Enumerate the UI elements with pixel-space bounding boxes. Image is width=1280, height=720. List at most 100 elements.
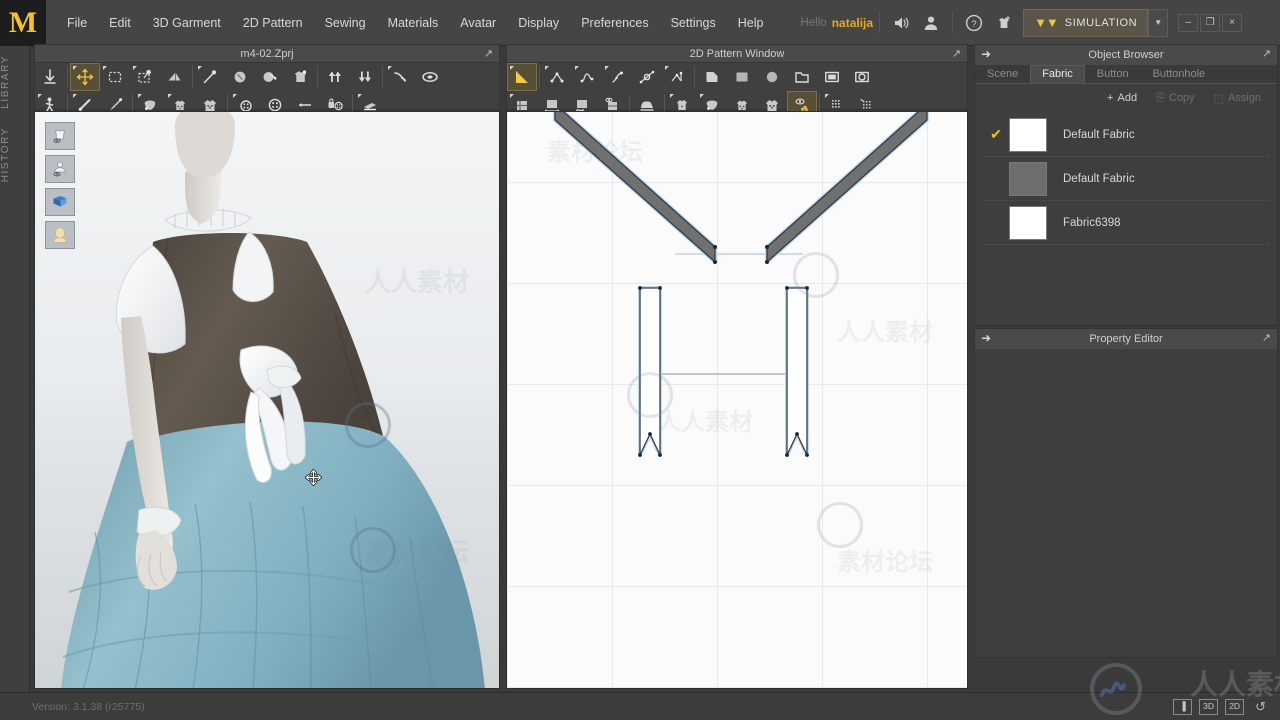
transform-tool[interactable] xyxy=(70,63,100,91)
arrange-down-tool[interactable] xyxy=(350,63,380,91)
menu-2d-pattern[interactable]: 2D Pattern xyxy=(232,10,314,36)
show-avatar-toggle[interactable] xyxy=(45,155,75,183)
minimize-button[interactable]: – xyxy=(1178,13,1199,32)
inner-rect-tool[interactable] xyxy=(817,63,847,91)
copy-fabric-button[interactable]: ⎘ Copy xyxy=(1148,89,1203,108)
garment-3d-render xyxy=(61,112,485,688)
show-texture-toggle[interactable] xyxy=(45,188,75,216)
menu-help[interactable]: Help xyxy=(727,10,775,36)
tab-fabric[interactable]: Fabric xyxy=(1030,65,1085,83)
add-fabric-button[interactable]: + Add xyxy=(1099,89,1145,107)
fabric-list-item[interactable]: Fabric6398 xyxy=(983,201,1269,245)
trace-tool[interactable] xyxy=(787,63,817,91)
edit-curve-point-tool[interactable] xyxy=(542,63,572,91)
expand-icon[interactable]: ↗ xyxy=(482,48,495,61)
curve-tool[interactable] xyxy=(385,63,415,91)
app-logo[interactable]: M xyxy=(0,0,46,46)
select-box-tool[interactable] xyxy=(100,63,130,91)
expand-icon[interactable]: ↗ xyxy=(950,48,963,61)
rectangle-tool[interactable] xyxy=(727,63,757,91)
user-name[interactable]: natalija xyxy=(832,16,873,30)
fold-arrange-tool[interactable] xyxy=(160,63,190,91)
polygon-tool[interactable] xyxy=(697,63,727,91)
assign-label: Assign xyxy=(1227,92,1261,104)
tool-caret-icon xyxy=(358,94,362,98)
collapse-arrow-icon[interactable]: ➜ xyxy=(979,48,993,61)
fabric-swatch[interactable] xyxy=(1009,117,1047,152)
svg-text:?: ? xyxy=(971,19,976,30)
pin-tool[interactable] xyxy=(130,63,160,91)
reset-view-button[interactable]: ↺ xyxy=(1251,699,1270,715)
expand-icon[interactable]: ↗ xyxy=(1260,332,1273,345)
show-skin-toggle[interactable] xyxy=(45,221,75,249)
menu-bar: M File Edit 3D Garment 2D Pattern Sewing… xyxy=(0,0,1280,46)
viewport-3d-titlebar: m4-02.Zprj ↗ xyxy=(34,44,500,64)
arrange-up-tool[interactable] xyxy=(320,63,350,91)
close-button[interactable]: × xyxy=(1222,13,1243,32)
menu-sewing[interactable]: Sewing xyxy=(314,10,377,36)
fabric-list-item[interactable]: ✔ Default Fabric xyxy=(983,113,1269,157)
object-browser-titlebar: ➜ Object Browser ↗ xyxy=(975,45,1277,65)
status-bar: Version: 3.1.38 (r25775) ▐ 3D 2D ↺ 人人素材 xyxy=(0,663,1280,720)
menu-materials[interactable]: Materials xyxy=(377,10,450,36)
divider xyxy=(67,66,68,88)
collapse-arrow-icon[interactable]: ➜ xyxy=(979,332,993,345)
zipper-tool[interactable] xyxy=(285,63,315,91)
user-account-icon[interactable] xyxy=(916,8,946,38)
simulation-dropdown[interactable]: ▼ xyxy=(1148,8,1169,37)
assign-fabric-button[interactable]: ⬚ Assign xyxy=(1206,89,1269,108)
tack-tool[interactable] xyxy=(225,63,255,91)
menu-file[interactable]: File xyxy=(56,10,98,36)
fabric-swatch[interactable] xyxy=(1009,205,1047,240)
tool-caret-icon xyxy=(825,94,829,98)
fabric-swatch[interactable] xyxy=(1009,161,1047,196)
menu-edit[interactable]: Edit xyxy=(98,10,142,36)
select-mesh-tool[interactable] xyxy=(35,63,65,91)
simulation-button[interactable]: ▼▼ SIMULATION xyxy=(1023,8,1149,37)
edit-curvature-tool[interactable] xyxy=(572,63,602,91)
fabric-list-item[interactable]: Default Fabric xyxy=(983,157,1269,201)
tab-buttonhole[interactable]: Buttonhole xyxy=(1141,65,1218,83)
tab-scene[interactable]: Scene xyxy=(975,65,1030,83)
menu-settings[interactable]: Settings xyxy=(660,10,727,36)
watermark: 人人素材 xyxy=(1190,670,1280,701)
expand-icon[interactable]: ↗ xyxy=(1260,48,1273,61)
viewport-2d[interactable]: 素材论坛 人人素材 人人素材 素材论坛 xyxy=(506,111,968,689)
garment-add-icon[interactable] xyxy=(989,8,1019,38)
split-view-button[interactable]: ▐ xyxy=(1173,698,1193,715)
volume-icon[interactable] xyxy=(886,8,916,38)
viewport-3d[interactable]: 人人素材 素材论坛 xyxy=(34,111,500,689)
menu-display[interactable]: Display xyxy=(507,10,570,36)
edit-segment-tool[interactable] xyxy=(662,63,692,91)
pin-place-tool[interactable] xyxy=(195,63,225,91)
left-strap xyxy=(553,112,717,264)
property-editor-title: Property Editor xyxy=(1089,333,1163,345)
menu-preferences[interactable]: Preferences xyxy=(570,10,659,36)
tool-caret-icon xyxy=(388,66,392,70)
maximize-button[interactable]: ❐ xyxy=(1200,13,1221,32)
belt-tool[interactable] xyxy=(415,63,445,91)
circle-tool[interactable] xyxy=(757,63,787,91)
inner-circle-tool[interactable] xyxy=(847,63,877,91)
fabric-name: Fabric6398 xyxy=(1063,216,1121,229)
seam-tool[interactable] xyxy=(255,63,285,91)
hello-label: Hello xyxy=(800,16,827,29)
menu-avatar[interactable]: Avatar xyxy=(449,10,507,36)
tool-caret-icon xyxy=(510,94,514,98)
round-corner-tool[interactable] xyxy=(632,63,662,91)
help-icon[interactable]: ? xyxy=(959,8,989,38)
object-browser-tabs: Scene Fabric Button Buttonhole xyxy=(975,65,1277,84)
menu-3d-garment[interactable]: 3D Garment xyxy=(142,10,232,36)
edit-pattern-tool[interactable] xyxy=(507,63,537,91)
tool-caret-icon xyxy=(73,66,77,70)
left-sash xyxy=(638,286,662,457)
assign-icon: ⬚ xyxy=(1213,92,1224,105)
add-point-tool[interactable] xyxy=(602,63,632,91)
rail-tab-library[interactable]: LIBRARY xyxy=(0,46,30,118)
rail-tab-history[interactable]: HISTORY xyxy=(0,118,30,191)
view-3d-button[interactable]: 3D xyxy=(1199,698,1219,715)
tab-button[interactable]: Button xyxy=(1085,65,1141,83)
show-garment-toggle[interactable] xyxy=(45,122,75,150)
status-bar-right: ▐ 3D 2D ↺ xyxy=(1173,698,1280,715)
view-2d-button[interactable]: 2D xyxy=(1225,698,1245,715)
